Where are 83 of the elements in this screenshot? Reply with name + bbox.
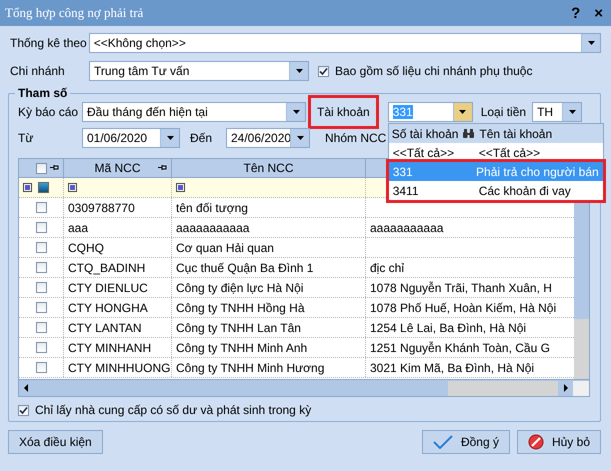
no-entry-icon	[528, 434, 544, 450]
table-cell: Công ty TNHH Minh Anh	[176, 340, 308, 354]
pin-icon[interactable]	[50, 164, 59, 171]
dropdown-arrow-icon	[459, 110, 466, 114]
dropdown-arrow-icon	[296, 69, 302, 73]
column-header[interactable]: Tên NCC	[243, 161, 294, 175]
table-cell: Cục thuế Quận Ba Đình 1	[176, 260, 314, 274]
column-header[interactable]: Mã NCC	[94, 161, 140, 175]
checkbox-label: Bao gồm số liệu chi nhánh phụ thuộc	[335, 64, 532, 78]
table-cell: aaaaaaaaaaa	[370, 220, 444, 234]
binoculars-icon[interactable]	[463, 129, 474, 138]
table-cell: Công ty TNHH Hồng Hà	[176, 300, 304, 314]
table-cell: Công ty điện lực Hà Nội	[176, 280, 304, 294]
table-cell: aaaaaaaaaaa	[176, 220, 250, 234]
close-button[interactable]: ×	[594, 4, 603, 22]
table-cell: Công ty TNHH Minh Hương	[176, 360, 324, 374]
scrollbar-corner	[573, 380, 589, 396]
filter-icon[interactable]	[68, 183, 77, 192]
dropdown-arrow-icon	[166, 136, 174, 140]
column-header[interactable]: Số tài khoản	[392, 126, 458, 140]
table-cell: tên đối tượng	[176, 200, 248, 214]
ok-button[interactable]: Đồng ý	[422, 430, 510, 454]
table-cell: Cơ quan Hải quan	[176, 240, 274, 254]
pin-icon[interactable]	[158, 164, 167, 171]
field-label: Nhóm NCC	[325, 131, 386, 145]
row-checkbox[interactable]	[36, 322, 46, 333]
branch-dropdown[interactable]: Trung tâm Tư vấn	[89, 61, 309, 81]
field-label: Đến	[190, 131, 214, 145]
dropdown-arrow-icon	[588, 41, 594, 45]
table-cell: Công ty TNHH Lan Tân	[176, 320, 301, 334]
dropdown-item[interactable]: <<Tất cả>>	[392, 146, 479, 160]
cancel-button[interactable]: Hủy bỏ	[516, 430, 601, 454]
dropdown-arrow-icon	[292, 110, 300, 114]
table-cell: CTY DIENLUC	[68, 280, 148, 294]
clear-conditions-button[interactable]: Xóa điều kiện	[8, 430, 103, 454]
table-cell: 0309788770	[68, 200, 135, 214]
table-cell: CTY LANTAN	[68, 320, 142, 334]
table-cell: CTY MINHANH	[68, 340, 152, 354]
dropdown-arrow-icon	[296, 136, 304, 140]
table-cell: CTY MINHHUONG	[68, 360, 170, 374]
statistic-by-dropdown[interactable]: <<Không chọn>>	[88, 33, 601, 53]
table-cell: CTY HONGHA	[68, 300, 148, 314]
filter-icon[interactable]	[23, 183, 32, 192]
field-label: Kỳ báo cáo	[18, 105, 80, 119]
table-cell: 1078 Nguyễn Trãi, Thanh Xuân, H	[370, 280, 552, 294]
checkbox-label: Chỉ lấy nhà cung cấp có số dư và phát sinh trong kỳ	[35, 403, 312, 417]
table-cell: aaa	[68, 220, 88, 234]
table-cell: 3021 Kim Mã, Ba Đình, Hà Nội	[370, 360, 534, 374]
row-checkbox[interactable]	[36, 222, 46, 233]
column-header[interactable]: Tên tài khoản	[479, 126, 552, 140]
dropdown-item[interactable]: 3411 Các khoản đi vay	[388, 181, 603, 200]
period-dropdown[interactable]: Đầu tháng đến hiện tại	[82, 102, 306, 122]
row-checkbox[interactable]	[36, 262, 46, 273]
table-cell: địc chỉ	[370, 260, 404, 274]
filter-icon[interactable]	[176, 183, 185, 192]
help-button[interactable]: ?	[571, 4, 580, 22]
dropdown-arrow-icon	[568, 110, 576, 114]
row-checkbox[interactable]	[36, 202, 46, 213]
balance-only-checkbox[interactable]	[18, 404, 29, 416]
row-checkbox[interactable]	[36, 362, 46, 373]
row-checkbox[interactable]	[36, 282, 46, 293]
checkmark-icon	[432, 435, 453, 449]
field-label: Chi nhánh	[9, 64, 66, 78]
row-checkbox[interactable]	[36, 342, 46, 353]
row-checkbox[interactable]	[36, 242, 46, 253]
field-label: Tài khoản	[311, 98, 376, 126]
dropdown-item[interactable]: <<Tất cả>>	[478, 146, 540, 160]
row-checkbox[interactable]	[36, 302, 46, 313]
table-cell: CTQ_BADINH	[68, 260, 146, 274]
window-title: Tổng hợp công nợ phải trả	[5, 5, 144, 21]
table-cell: CQHQ	[68, 240, 104, 254]
group-title: Tham số	[15, 86, 70, 100]
from-date-picker[interactable]: 01/06/2020	[82, 128, 180, 148]
include-dependent-checkbox[interactable]	[318, 66, 329, 76]
field-label: Thống kê theo	[9, 36, 88, 50]
select-all-checkbox[interactable]	[36, 162, 46, 174]
currency-dropdown[interactable]: TH	[532, 102, 582, 122]
table-cell: 1254 Lê Lai, Ba Đình, Hà Nội	[370, 320, 526, 334]
field-label: Loại tiền	[480, 105, 526, 119]
table-cell: 1078 Phố Huế, Hoàn Kiếm, Hà Nội	[370, 300, 556, 314]
field-label: Từ	[18, 131, 34, 145]
table-cell: 1251 Nguyễn Khánh Toàn, Cầu G	[370, 340, 550, 354]
horizontal-scrollbar[interactable]	[19, 379, 589, 396]
